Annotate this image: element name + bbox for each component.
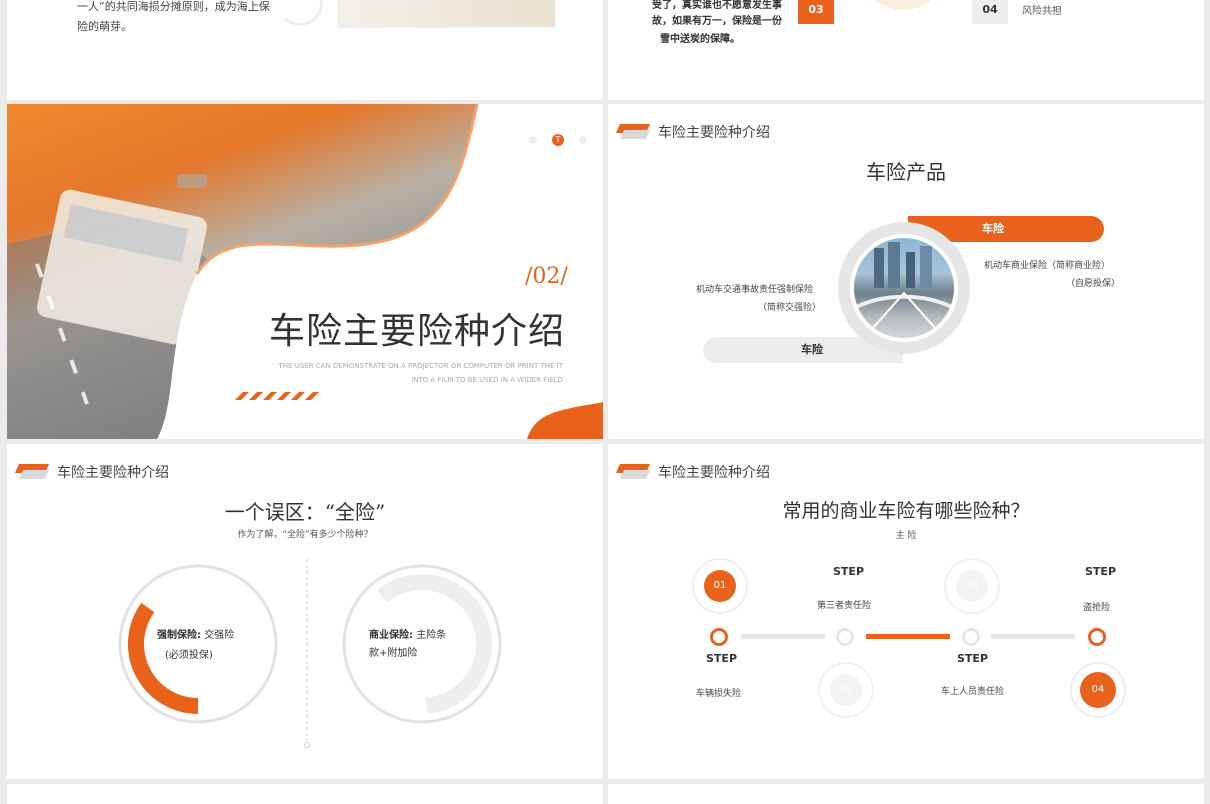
- slide2-circle-deco: [863, 0, 943, 10]
- slide6-title: 常用的商业车险有哪些险种？: [782, 500, 1030, 522]
- step-2-label: STEP: [833, 565, 865, 578]
- stripe-decoration: [235, 392, 319, 400]
- slide2-line-3: 雪中送炭的保障。: [660, 34, 740, 45]
- step-4-circle: 04: [1080, 672, 1116, 708]
- right-ring-line2: 款+附加险: [369, 648, 418, 659]
- step-4-label: STEP: [1085, 565, 1117, 578]
- nav-dot-1[interactable]: [529, 136, 537, 144]
- slide5-subtitle: 作为了解，“全险”有多少个险种？: [237, 530, 373, 540]
- slide5-header-title: 车险主要险种介绍: [57, 465, 169, 481]
- left-ring-bold: 强制保险:: [157, 630, 201, 641]
- city-skyline: [854, 242, 954, 338]
- nav-dot-active[interactable]: T: [552, 134, 564, 146]
- slide6-subtitle: 主 险: [895, 531, 917, 541]
- timeline-node-3[interactable]: [962, 628, 980, 646]
- timeline-node-2[interactable]: [836, 628, 854, 646]
- slide1-deco-arc: [277, 0, 323, 26]
- step-2-pin[interactable]: 02: [820, 664, 872, 716]
- slide1-text-line1: 一人”的共同海损分摊原则，成为海上保: [77, 0, 270, 13]
- badge-03-text: 03: [808, 3, 824, 16]
- risk-share-label: 风险共担: [1022, 6, 1062, 17]
- city-photo: [850, 234, 958, 342]
- divider-dashed: [304, 559, 310, 748]
- left-ring-line2: (必须投保): [165, 650, 213, 661]
- left-ring-value: 交强险: [204, 630, 235, 641]
- right-desc-line1: 机动车商业保险（简称商业险）: [984, 261, 1111, 271]
- slide1-image: [337, 0, 555, 28]
- step-4-desc: 盗抢险: [1083, 603, 1111, 613]
- section-title: 车险主要险种介绍: [268, 311, 565, 352]
- step-1-pin[interactable]: 01: [694, 560, 746, 612]
- slide-5-full-coverage-myth[interactable]: 车险主要险种介绍 一个误区：“全险” 作为了解，“全险”有多少个险种？ 强制保险…: [7, 444, 603, 779]
- step-3-label: STEP: [957, 652, 989, 665]
- step-2-circle: 02: [830, 674, 862, 706]
- step-3-num: 03: [965, 580, 979, 591]
- step-2-desc: 第三者责任险: [817, 601, 872, 611]
- timeline-seg-3: [991, 634, 1075, 639]
- slide4-title: 车险产品: [866, 160, 946, 184]
- pill-top-label: 车险: [982, 222, 1004, 235]
- step-1-desc: 车辆损失险: [696, 689, 742, 699]
- slide-1[interactable]: 一人”的共同海损分摊原则，成为海上保 险的萌芽。: [7, 0, 603, 100]
- left-desc-line2: （简称交强险）: [758, 303, 822, 313]
- timeline-node-4[interactable]: [1088, 628, 1106, 646]
- slide2-line-2: 故，如果有万一，保险是一份: [652, 16, 782, 27]
- step-4-pin[interactable]: 04: [1072, 664, 1124, 716]
- slide5-title: 一个误区：“全险”: [224, 500, 386, 524]
- left-ring-text: 强制保险: 交强险: [157, 626, 234, 641]
- slide-7-partial[interactable]: [7, 784, 603, 804]
- section-number: /02/: [525, 264, 568, 289]
- step-1-circle: 01: [704, 570, 736, 602]
- slide4-header-title: 车险主要险种介绍: [658, 125, 770, 141]
- header-flag-icon: [616, 124, 650, 139]
- slide-8-partial[interactable]: [608, 784, 1204, 804]
- right-ring-chart: [342, 564, 502, 724]
- timeline-node-1[interactable]: [710, 628, 728, 646]
- step-4-num: 04: [1091, 684, 1105, 695]
- step-1-label: STEP: [706, 652, 738, 665]
- badge-03: 03: [798, 0, 834, 24]
- step-2-num: 02: [839, 684, 853, 695]
- pill-bottom-label: 车险: [801, 343, 823, 356]
- slide-6-commercial-insurance-types[interactable]: 车险主要险种介绍 常用的商业车险有哪些险种？ 主 险 01 STEP 车辆损失险…: [608, 444, 1204, 779]
- slide6-header-title: 车险主要险种介绍: [658, 465, 770, 481]
- step-1-num: 01: [713, 580, 727, 591]
- slide-2[interactable]: 受了，真实谁也不愿意发生事 故，如果有万一，保险是一份 雪中送炭的保障。 03 …: [608, 0, 1204, 100]
- step-3-pin[interactable]: 03: [946, 560, 998, 612]
- white-wave-shape: [157, 104, 603, 439]
- right-desc-line2: （自愿投保）: [1066, 279, 1121, 289]
- timeline-seg-1: [741, 634, 825, 639]
- nav-dot-3[interactable]: [579, 136, 587, 144]
- step-3-circle: 03: [956, 570, 988, 602]
- step-3-desc: 车上人员责任险: [941, 687, 1005, 697]
- left-desc-line1: 机动车交通事故责任强制保险: [696, 285, 814, 295]
- badge-04: 04: [972, 0, 1008, 24]
- badge-04-text: 04: [982, 3, 998, 16]
- nav-dot-active-label: T: [555, 135, 561, 144]
- right-ring-bold: 商业保险:: [369, 630, 413, 641]
- slide1-text-line2: 险的萌芽。: [77, 20, 132, 33]
- right-ring-text: 商业保险: 主险条: [369, 626, 446, 641]
- left-ring-chart: [118, 564, 278, 724]
- slide2-line-1: 受了，真实谁也不愿意发生事: [652, 0, 782, 11]
- slide-4-car-insurance-products[interactable]: 车险主要险种介绍 车险产品 车险 车险 机动车交通事故责任强制保险 （简称交强险…: [608, 104, 1204, 439]
- timeline-seg-2: [866, 634, 950, 639]
- section-subtitle-1: THE USER CAN DEMONSTRATE ON A PROJECTOR …: [278, 362, 563, 370]
- slide-3-section-title[interactable]: T /02/ 车险主要险种介绍 THE USER CAN DEMONSTRATE…: [7, 104, 603, 439]
- header-flag-icon: [15, 464, 49, 479]
- header-flag-icon: [616, 464, 650, 479]
- section-subtitle-2: INTO A FILM TO BE USED IN A WIDER FIELD: [411, 376, 563, 384]
- right-ring-value: 主险条: [416, 630, 447, 641]
